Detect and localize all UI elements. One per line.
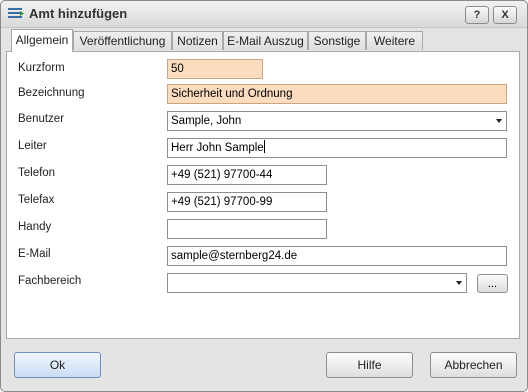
handy-label: Handy bbox=[18, 221, 52, 233]
telefon-label: Telefon bbox=[18, 167, 56, 179]
abbrechen-button[interactable]: Abbrechen bbox=[430, 352, 517, 378]
close-button[interactable]: X bbox=[493, 6, 517, 24]
chevron-down-icon[interactable] bbox=[496, 119, 502, 123]
fachbereich-browse-button[interactable]: ... bbox=[477, 274, 508, 293]
fachbereich-label: Fachbereich bbox=[18, 275, 82, 287]
list-lines-icon bbox=[8, 8, 24, 18]
tab-email-auszug[interactable]: E-Mail Auszug bbox=[223, 31, 308, 50]
chevron-down-icon[interactable] bbox=[456, 281, 462, 285]
tab-panel-allgemein: Kurzform 50 Bezeichnung Sicherheit und O… bbox=[6, 51, 520, 339]
leiter-value: Herr John Sample bbox=[171, 142, 264, 154]
leiter-label: Leiter bbox=[18, 140, 47, 152]
tab-sonstige[interactable]: Sonstige bbox=[308, 31, 366, 50]
email-field[interactable]: sample@sternberg24.de bbox=[167, 246, 507, 266]
bezeichnung-field[interactable]: Sicherheit und Ordnung bbox=[167, 84, 507, 104]
benutzer-value: Sample, John bbox=[171, 115, 242, 127]
tab-notizen[interactable]: Notizen bbox=[172, 31, 223, 50]
text-cursor bbox=[263, 140, 265, 153]
tab-veroeffentlichung[interactable]: Veröffentlichung bbox=[73, 31, 172, 50]
dialog-window: Amt hinzufügen ? X Allgemein Veröffentli… bbox=[0, 0, 528, 392]
kurzform-field[interactable]: 50 bbox=[167, 59, 263, 79]
tab-allgemein[interactable]: Allgemein bbox=[11, 29, 73, 52]
telefon-field[interactable]: +49 (521) 97700-44 bbox=[167, 165, 327, 185]
kurzform-label: Kurzform bbox=[18, 62, 65, 74]
telefax-label: Telefax bbox=[18, 194, 55, 206]
benutzer-label: Benutzer bbox=[18, 113, 65, 125]
fachbereich-dropdown[interactable] bbox=[167, 273, 467, 293]
bezeichnung-label: Bezeichnung bbox=[18, 87, 85, 99]
title-bar: Amt hinzufügen ? X bbox=[1, 1, 527, 28]
tab-bar: Allgemein Veröffentlichung Notizen E-Mai… bbox=[6, 29, 522, 52]
hilfe-button[interactable]: Hilfe bbox=[326, 352, 413, 378]
tab-weitere[interactable]: Weitere bbox=[366, 31, 423, 50]
window-title: Amt hinzufügen bbox=[29, 6, 128, 21]
email-label: E-Mail bbox=[18, 248, 51, 260]
handy-field[interactable] bbox=[167, 219, 327, 239]
benutzer-dropdown[interactable]: Sample, John bbox=[167, 111, 507, 131]
help-title-button[interactable]: ? bbox=[465, 6, 489, 24]
telefax-field[interactable]: +49 (521) 97700-99 bbox=[167, 192, 327, 212]
ok-button[interactable]: Ok bbox=[14, 352, 101, 378]
leiter-field[interactable]: Herr John Sample bbox=[167, 138, 507, 158]
